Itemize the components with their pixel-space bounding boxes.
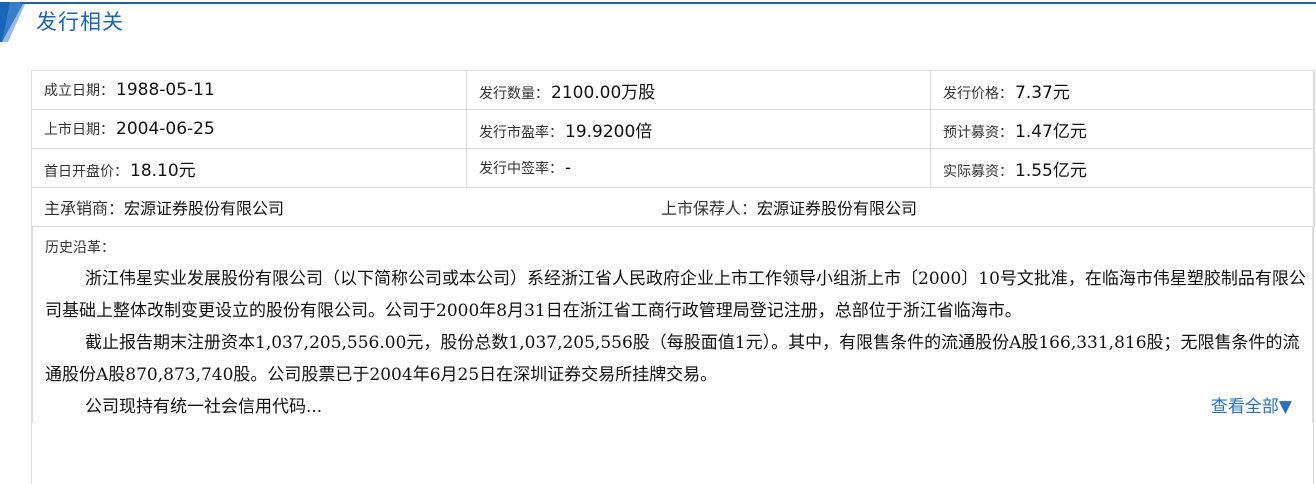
- sponsor-field: 上市保荐人：宏源证券股份有限公司: [661, 195, 917, 219]
- info-value: 18.10元: [130, 160, 196, 181]
- info-cell-lottery-rate: 发行中签率： -: [466, 148, 931, 188]
- info-cell-founding-date: 成立日期： 1988-05-11: [31, 70, 467, 110]
- table-row: 成立日期： 1988-05-11 发行数量： 2100.00万股 发行价格： 7.37…: [31, 70, 1315, 110]
- history-truncated-line: 公司现持有统一社会信用代码... 查看全部▼: [33, 391, 1312, 423]
- info-value: 2100.00万股: [551, 82, 656, 103]
- section-title: 发行相关: [36, 10, 124, 34]
- info-value: 19.9200倍: [565, 121, 653, 142]
- info-cell-first-day-open: 首日开盘价： 18.10元: [31, 148, 467, 188]
- info-cell-issue-quantity: 发行数量： 2100.00万股: [466, 70, 931, 110]
- view-all-link[interactable]: 查看全部▼: [1211, 391, 1292, 423]
- info-label: 发行市盈率：: [479, 124, 563, 141]
- info-label: 发行中签率：: [479, 161, 563, 177]
- info-cell-actual-raise: 实际募资： 1.55亿元: [930, 148, 1315, 188]
- info-cell-listing-date: 上市日期： 2004-06-25: [31, 109, 467, 149]
- sponsor-value: 宏源证券股份有限公司: [757, 199, 918, 218]
- info-label: 预计募资：: [943, 124, 1013, 141]
- info-value: -: [565, 158, 572, 178]
- info-label: 发行价格：: [943, 85, 1013, 102]
- info-label: 首日开盘价：: [44, 163, 128, 180]
- history-title: 历史沿革：: [45, 240, 115, 256]
- info-label: 成立日期：: [44, 83, 114, 99]
- info-value: 7.37元: [1015, 82, 1070, 103]
- table-row: 首日开盘价： 18.10元 发行中签率： - 实际募资： 1.55亿元: [31, 148, 1315, 188]
- section-header: 发行相关: [0, 0, 1316, 42]
- history-truncated-text: 公司现持有统一社会信用代码...: [85, 397, 323, 417]
- underwriter-sponsor-row: 主承销商：宏源证券股份有限公司 上市保荐人：宏源证券股份有限公司: [44, 195, 1314, 219]
- table-row: 主承销商：宏源证券股份有限公司 上市保荐人：宏源证券股份有限公司: [31, 187, 1315, 227]
- info-label: 上市日期：: [44, 122, 114, 138]
- underwriter-field: 主承销商：宏源证券股份有限公司: [44, 195, 661, 219]
- info-value: 2004-06-25: [116, 119, 215, 139]
- header-accent-shape: [0, 2, 26, 42]
- history-section: 历史沿革： 浙江伟星实业发展股份有限公司（以下简称公司或本公司）系经浙江省人民政…: [32, 227, 1313, 423]
- info-cell-issue-pe: 发行市盈率： 19.9200倍: [466, 109, 931, 149]
- info-cell-underwriter-sponsor: 主承销商：宏源证券股份有限公司 上市保荐人：宏源证券股份有限公司: [31, 187, 1315, 227]
- info-label: 发行数量：: [479, 85, 549, 102]
- issuance-info-table: 成立日期： 1988-05-11 发行数量： 2100.00万股 发行价格： 7.37…: [31, 70, 1315, 227]
- history-paragraph: 浙江伟星实业发展股份有限公司（以下简称公司或本公司）系经浙江省人民政府企业上市工…: [45, 269, 1306, 321]
- info-value: 1.47亿元: [1015, 121, 1087, 142]
- sponsor-label: 上市保荐人：: [661, 199, 758, 218]
- info-cell-expected-raise: 预计募资： 1.47亿元: [930, 109, 1315, 149]
- info-value: 1988-05-11: [116, 80, 215, 100]
- info-cell-issue-price: 发行价格： 7.37元: [930, 70, 1315, 110]
- header-rule: [20, 2, 1316, 4]
- underwriter-value: 宏源证券股份有限公司: [124, 199, 285, 218]
- issuance-panel: 成立日期： 1988-05-11 发行数量： 2100.00万股 发行价格： 7.37…: [31, 70, 1315, 484]
- history-paragraph: 截止报告期末注册资本1,037,205,556.00元，股份总数1,037,20…: [45, 333, 1300, 385]
- info-label: 实际募资：: [943, 163, 1013, 180]
- info-value: 1.55亿元: [1015, 160, 1087, 181]
- table-row: 上市日期： 2004-06-25 发行市盈率： 19.9200倍 预计募资： 1.47…: [31, 109, 1315, 149]
- underwriter-label: 主承销商：: [44, 199, 125, 218]
